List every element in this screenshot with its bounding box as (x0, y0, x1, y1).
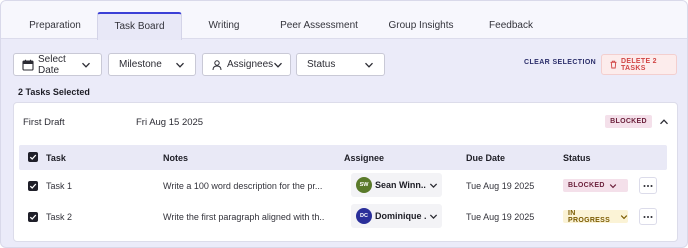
check-icon (29, 214, 37, 220)
milestone-status-badge: BLOCKED (605, 115, 652, 128)
assignee-dropdown[interactable]: SW Sean Winn... (351, 173, 442, 197)
task-name[interactable]: Task 2 (46, 212, 72, 222)
tab-label: Peer Assessment (280, 20, 358, 31)
more-horizontal-icon (643, 184, 653, 187)
clear-selection-button[interactable]: CLEAR SELECTION (524, 59, 596, 71)
chevron-down-icon (81, 60, 91, 70)
task-name[interactable]: Task 1 (46, 181, 72, 191)
chevron-down-icon (429, 181, 438, 190)
column-header-due-date: Due Date (466, 153, 506, 163)
status-filter-label: Status (307, 59, 336, 70)
chevron-up-icon[interactable] (658, 116, 670, 128)
task-board-app: Preparation Task Board Writing Peer Asse… (0, 0, 688, 248)
milestone-date: Fri Aug 15 2025 (136, 117, 204, 128)
delete-tasks-label: DELETE 2 TASKS (621, 57, 657, 72)
milestone-title: First Draft (23, 117, 65, 128)
status-label: BLOCKED (568, 182, 605, 189)
chevron-down-icon (175, 60, 185, 70)
tab-group-insights[interactable]: Group Insights (385, 13, 457, 39)
assignee-name: Sean Winn... (375, 180, 426, 190)
tab-task-board[interactable]: Task Board (97, 12, 182, 40)
chevron-down-icon (429, 212, 438, 221)
task-notes: Write the first paragraph aligned with t… (163, 212, 325, 222)
milestone-filter-label: Milestone (119, 59, 162, 70)
due-date: Tue Aug 19 2025 (466, 181, 535, 191)
column-header-status: Status (563, 153, 591, 163)
tab-preparation[interactable]: Preparation (21, 13, 89, 39)
table-row: Task 2 Write the first paragraph aligned… (19, 202, 667, 234)
tab-label: Group Insights (388, 20, 454, 31)
chevron-down-icon (609, 182, 617, 190)
task-notes: Write a 100 word description for the pr.… (163, 181, 323, 191)
check-icon (29, 154, 37, 160)
delete-tasks-button[interactable]: DELETE 2 TASKS (601, 54, 677, 75)
row-more-button[interactable] (639, 177, 657, 194)
calendar-icon (22, 59, 34, 71)
select-all-checkbox[interactable] (28, 152, 38, 162)
tab-label: Writing (208, 20, 240, 31)
tab-feedback[interactable]: Feedback (485, 13, 537, 39)
row-checkbox[interactable] (28, 212, 38, 222)
check-icon (29, 183, 37, 189)
assignee-dropdown[interactable]: DC Dominique ... (351, 204, 442, 228)
tab-label: Task Board (114, 21, 165, 32)
tab-bar: Preparation Task Board Writing Peer Asse… (1, 1, 687, 40)
tab-peer-assessment[interactable]: Peer Assessment (277, 13, 361, 39)
table-header: Task Notes Assignee Due Date Status (19, 145, 667, 170)
table-row: Task 1 Write a 100 word description for … (19, 170, 667, 202)
tab-label: Preparation (29, 20, 81, 31)
chevron-down-icon (273, 60, 283, 70)
milestone-filter-dropdown[interactable]: Milestone (108, 53, 196, 76)
more-horizontal-icon (643, 215, 653, 218)
column-header-assignee: Assignee (344, 153, 385, 163)
status-filter-dropdown[interactable]: Status (296, 53, 385, 76)
date-filter-dropdown[interactable]: Select Date (13, 53, 102, 76)
status-dropdown[interactable]: BLOCKED (563, 179, 628, 192)
assignee-name: Dominique ... (375, 211, 426, 221)
assignees-filter-label: Assignees (227, 59, 274, 70)
avatar: DC (356, 208, 372, 224)
tab-writing[interactable]: Writing (197, 13, 251, 39)
chevron-down-icon (364, 60, 374, 70)
trash-icon (609, 60, 618, 69)
date-filter-label: Select Date (38, 53, 66, 76)
chevron-down-icon (620, 213, 628, 221)
row-more-button[interactable] (639, 208, 657, 225)
assignees-filter-dropdown[interactable]: Assignees (202, 53, 291, 76)
status-label: IN PROGRESS (568, 209, 611, 224)
due-date: Tue Aug 19 2025 (466, 212, 535, 222)
row-checkbox[interactable] (28, 181, 38, 191)
milestone-group-card: First Draft Fri Aug 15 2025 BLOCKED Task… (13, 102, 678, 242)
selection-summary: 2 Tasks Selected (18, 87, 90, 97)
column-header-task: Task (46, 153, 66, 163)
status-dropdown[interactable]: IN PROGRESS (563, 209, 628, 224)
tab-label: Feedback (489, 20, 533, 31)
column-header-notes: Notes (163, 153, 189, 163)
avatar: SW (356, 177, 372, 193)
person-icon (211, 59, 223, 71)
